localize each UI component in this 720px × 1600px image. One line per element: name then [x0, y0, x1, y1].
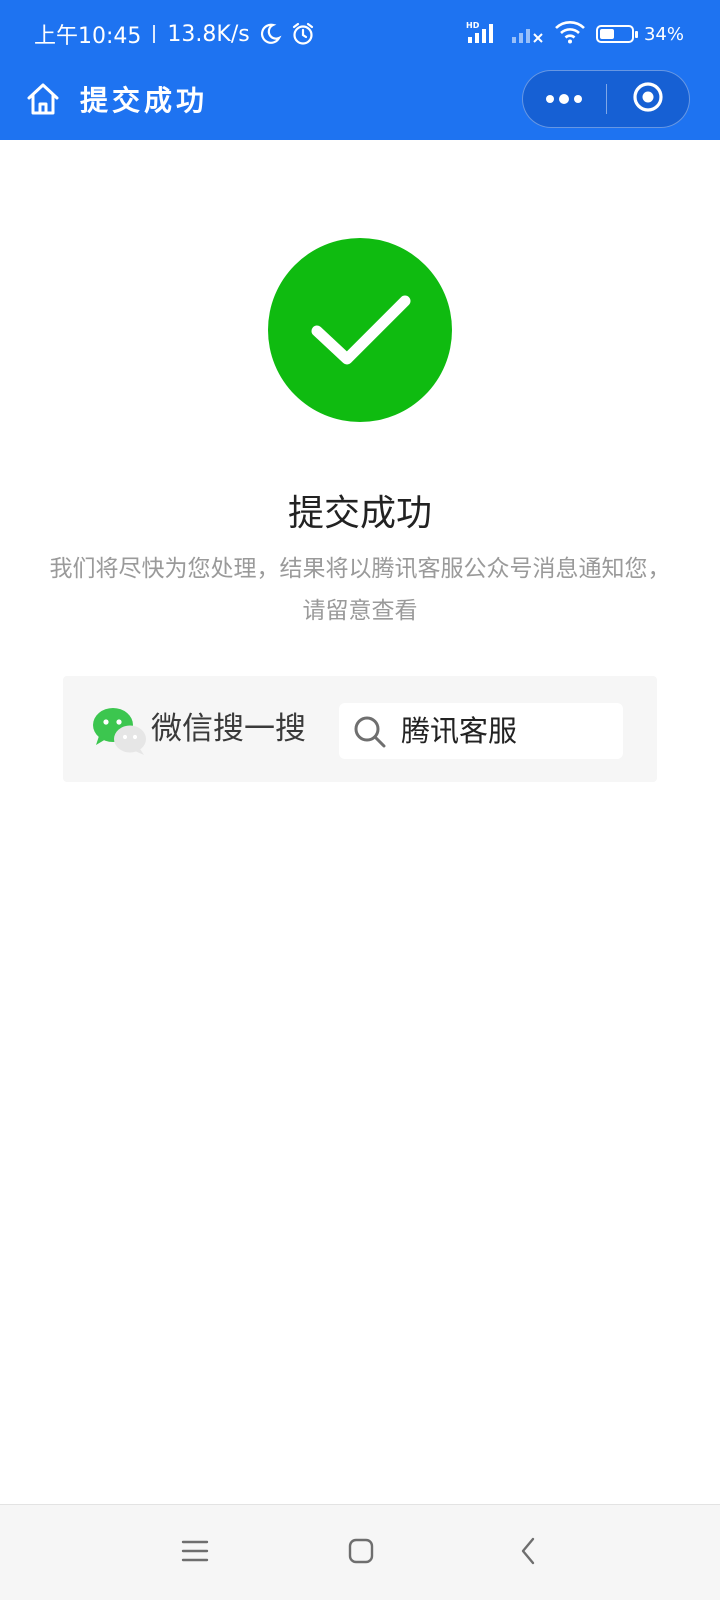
battery-fill — [599, 29, 614, 39]
wifi-icon — [554, 20, 586, 49]
recent-apps-button[interactable] — [167, 1525, 223, 1581]
search-label: 微信搜一搜 — [151, 711, 306, 747]
close-button[interactable] — [607, 71, 690, 127]
search-value: 腾讯客服 — [401, 714, 518, 748]
nav-bar: 提交成功 — [0, 68, 720, 140]
moon-icon — [258, 22, 282, 46]
status-left: 上午10:45 13.8K/s — [34, 16, 316, 52]
mini-program-capsule — [522, 70, 690, 128]
success-badge — [268, 238, 452, 422]
close-target-icon — [631, 80, 665, 118]
search-box[interactable]: 腾讯客服 — [339, 703, 623, 759]
more-button[interactable] — [523, 71, 606, 127]
status-separator — [153, 25, 156, 43]
alarm-icon — [290, 21, 316, 47]
home-button[interactable] — [22, 80, 64, 122]
home-icon — [24, 80, 62, 122]
check-icon — [305, 283, 415, 377]
wechat-logo — [91, 706, 149, 756]
battery-icon — [595, 25, 638, 43]
more-icon — [544, 90, 584, 109]
battery-text: 34% — [643, 23, 684, 45]
page-title: 提交成功 — [80, 84, 209, 117]
page: 上午10:45 13.8K/s HD 34% 提交成功 提交成功 我们将尽快为您… — [0, 0, 720, 1600]
no-signal-icon — [510, 20, 544, 49]
menu-icon — [181, 1539, 209, 1567]
status-net-speed: 13.8K/s — [167, 21, 250, 47]
home-square-icon — [347, 1537, 375, 1569]
status-bar: 上午10:45 13.8K/s HD 34% — [0, 0, 720, 68]
status-time: 上午10:45 — [34, 24, 142, 49]
back-system-button[interactable] — [500, 1525, 556, 1581]
result-title: 提交成功 — [287, 493, 432, 534]
back-icon — [518, 1536, 538, 1570]
status-right: HD 34% — [466, 16, 684, 52]
result-description: 我们将尽快为您处理，结果将以腾讯客服公众号消息通知您，请留意查看 — [49, 556, 671, 624]
home-system-button[interactable] — [333, 1525, 389, 1581]
wechat-search-card[interactable]: 微信搜一搜 腾讯客服 — [63, 676, 657, 782]
system-navigation-bar — [0, 1504, 720, 1600]
hd-signal-icon: HD — [466, 20, 500, 49]
search-icon — [353, 715, 387, 749]
svg-text:HD: HD — [466, 21, 480, 30]
